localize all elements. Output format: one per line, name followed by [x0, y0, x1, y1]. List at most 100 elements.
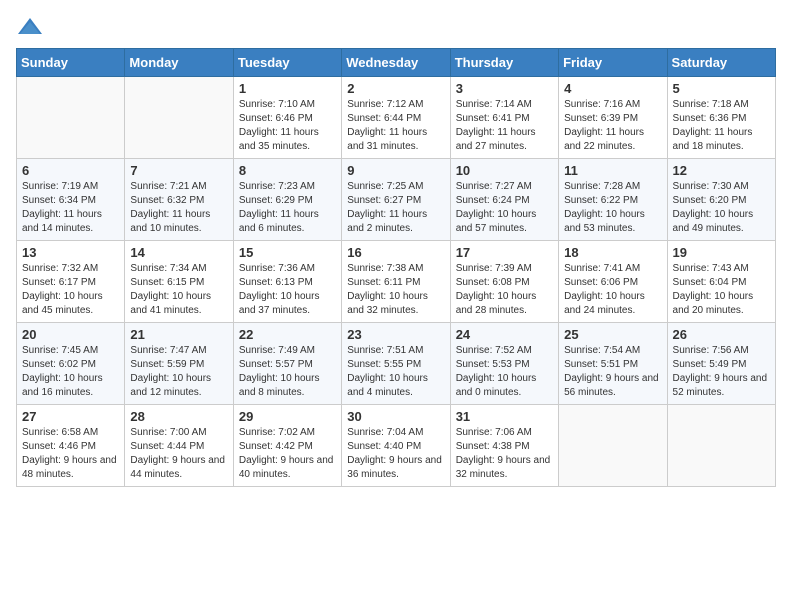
calendar-cell: 13 Sunrise: 7:32 AM Sunset: 6:17 PM Dayli… — [17, 241, 125, 323]
day-number: 30 — [347, 409, 444, 424]
calendar-cell: 22Sunrise: 7:49 AM Sunset: 5:57 PM Dayli… — [233, 323, 341, 405]
day-info: Sunrise: 7:52 AM Sunset: 5:53 PM Dayligh… — [456, 344, 553, 400]
day-number: 18 — [564, 245, 661, 260]
weekday-header: Saturday — [667, 49, 775, 77]
calendar-week-row: 1 Sunrise: 7:10 AM Sunset: 6:46 PM Daylig… — [17, 77, 776, 159]
calendar-cell: 2 Sunrise: 7:12 AM Sunset: 6:44 PM Daylig… — [342, 77, 450, 159]
calendar-cell — [559, 405, 667, 487]
weekday-header: Monday — [125, 49, 233, 77]
day-number: 4 — [564, 81, 661, 96]
day-number: 20 — [22, 327, 119, 342]
calendar-week-row: 6 Sunrise: 7:19 AM Sunset: 6:34 PM Daylig… — [17, 159, 776, 241]
weekday-header: Friday — [559, 49, 667, 77]
day-number: 2 — [347, 81, 444, 96]
day-info: Sunrise: 7:34 AM Sunset: 6:15 PM Dayligh… — [130, 262, 227, 318]
day-info: Sunrise: 7:04 AM Sunset: 4:40 PM Dayligh… — [347, 426, 444, 482]
day-number: 7 — [130, 163, 227, 178]
calendar-cell — [125, 77, 233, 159]
day-info: Sunrise: 7:32 AM Sunset: 6:17 PM Dayligh… — [22, 262, 119, 318]
calendar-week-row: 13 Sunrise: 7:32 AM Sunset: 6:17 PM Dayli… — [17, 241, 776, 323]
day-number: 31 — [456, 409, 553, 424]
calendar-cell: 12Sunrise: 7:30 AM Sunset: 6:20 PM Dayli… — [667, 159, 775, 241]
calendar-cell: 17 Sunrise: 7:39 AM Sunset: 6:08 PM Dayli… — [450, 241, 558, 323]
weekday-header: Sunday — [17, 49, 125, 77]
day-number: 29 — [239, 409, 336, 424]
day-number: 25 — [564, 327, 661, 342]
calendar-cell: 23 Sunrise: 7:51 AM Sunset: 5:55 PM Dayli… — [342, 323, 450, 405]
logo-icon — [16, 16, 44, 38]
day-info: Sunrise: 6:58 AM Sunset: 4:46 PM Dayligh… — [22, 426, 119, 482]
day-number: 5 — [673, 81, 770, 96]
calendar-cell: 25 Sunrise: 7:54 AM Sunset: 5:51 PM Dayli… — [559, 323, 667, 405]
day-info: Sunrise: 7:38 AM Sunset: 6:11 PM Dayligh… — [347, 262, 444, 318]
day-number: 1 — [239, 81, 336, 96]
day-number: 27 — [22, 409, 119, 424]
calendar-cell: 15 Sunrise: 7:36 AM Sunset: 6:13 PM Dayli… — [233, 241, 341, 323]
calendar-cell: 31 Sunrise: 7:06 AM Sunset: 4:38 PM Dayli… — [450, 405, 558, 487]
calendar-cell: 28 Sunrise: 7:00 AM Sunset: 4:44 PM Dayli… — [125, 405, 233, 487]
day-number: 9 — [347, 163, 444, 178]
day-number: 6 — [22, 163, 119, 178]
day-number: 3 — [456, 81, 553, 96]
calendar-cell: 9 Sunrise: 7:25 AM Sunset: 6:27 PM Daylig… — [342, 159, 450, 241]
calendar-week-row: 27 Sunrise: 6:58 AM Sunset: 4:46 PM Dayli… — [17, 405, 776, 487]
calendar-cell: 5 Sunrise: 7:18 AM Sunset: 6:36 PM Daylig… — [667, 77, 775, 159]
day-info: Sunrise: 7:14 AM Sunset: 6:41 PM Dayligh… — [456, 98, 553, 154]
day-info: Sunrise: 7:02 AM Sunset: 4:42 PM Dayligh… — [239, 426, 336, 482]
calendar-cell: 19Sunrise: 7:43 AM Sunset: 6:04 PM Dayli… — [667, 241, 775, 323]
day-info: Sunrise: 7:51 AM Sunset: 5:55 PM Dayligh… — [347, 344, 444, 400]
calendar-cell: 29 Sunrise: 7:02 AM Sunset: 4:42 PM Dayli… — [233, 405, 341, 487]
day-info: Sunrise: 7:56 AM Sunset: 5:49 PM Dayligh… — [673, 344, 770, 400]
calendar-cell: 27 Sunrise: 6:58 AM Sunset: 4:46 PM Dayli… — [17, 405, 125, 487]
day-info: Sunrise: 7:18 AM Sunset: 6:36 PM Dayligh… — [673, 98, 770, 154]
day-number: 26 — [673, 327, 770, 342]
day-number: 13 — [22, 245, 119, 260]
day-number: 8 — [239, 163, 336, 178]
calendar-cell: 30 Sunrise: 7:04 AM Sunset: 4:40 PM Dayli… — [342, 405, 450, 487]
day-number: 12 — [673, 163, 770, 178]
day-number: 28 — [130, 409, 227, 424]
calendar-cell: 11Sunrise: 7:28 AM Sunset: 6:22 PM Dayli… — [559, 159, 667, 241]
calendar-cell: 4Sunrise: 7:16 AM Sunset: 6:39 PM Daylig… — [559, 77, 667, 159]
calendar-week-row: 20 Sunrise: 7:45 AM Sunset: 6:02 PM Dayli… — [17, 323, 776, 405]
day-info: Sunrise: 7:36 AM Sunset: 6:13 PM Dayligh… — [239, 262, 336, 318]
day-info: Sunrise: 7:25 AM Sunset: 6:27 PM Dayligh… — [347, 180, 444, 236]
day-info: Sunrise: 7:54 AM Sunset: 5:51 PM Dayligh… — [564, 344, 661, 400]
day-info: Sunrise: 7:45 AM Sunset: 6:02 PM Dayligh… — [22, 344, 119, 400]
day-info: Sunrise: 7:39 AM Sunset: 6:08 PM Dayligh… — [456, 262, 553, 318]
day-info: Sunrise: 7:28 AM Sunset: 6:22 PM Dayligh… — [564, 180, 661, 236]
calendar-cell: 6 Sunrise: 7:19 AM Sunset: 6:34 PM Daylig… — [17, 159, 125, 241]
weekday-header: Wednesday — [342, 49, 450, 77]
day-info: Sunrise: 7:06 AM Sunset: 4:38 PM Dayligh… — [456, 426, 553, 482]
day-number: 15 — [239, 245, 336, 260]
day-number: 23 — [347, 327, 444, 342]
day-number: 10 — [456, 163, 553, 178]
calendar-cell: 1 Sunrise: 7:10 AM Sunset: 6:46 PM Daylig… — [233, 77, 341, 159]
calendar-cell: 7 Sunrise: 7:21 AM Sunset: 6:32 PM Daylig… — [125, 159, 233, 241]
calendar-header-row: SundayMondayTuesdayWednesdayThursdayFrid… — [17, 49, 776, 77]
day-number: 17 — [456, 245, 553, 260]
day-info: Sunrise: 7:12 AM Sunset: 6:44 PM Dayligh… — [347, 98, 444, 154]
calendar-cell: 10 Sunrise: 7:27 AM Sunset: 6:24 PM Dayli… — [450, 159, 558, 241]
day-info: Sunrise: 7:10 AM Sunset: 6:46 PM Dayligh… — [239, 98, 336, 154]
calendar-cell: 24 Sunrise: 7:52 AM Sunset: 5:53 PM Dayli… — [450, 323, 558, 405]
day-info: Sunrise: 7:21 AM Sunset: 6:32 PM Dayligh… — [130, 180, 227, 236]
day-info: Sunrise: 7:43 AM Sunset: 6:04 PM Dayligh… — [673, 262, 770, 318]
calendar-cell: 20 Sunrise: 7:45 AM Sunset: 6:02 PM Dayli… — [17, 323, 125, 405]
day-info: Sunrise: 7:27 AM Sunset: 6:24 PM Dayligh… — [456, 180, 553, 236]
day-info: Sunrise: 7:47 AM Sunset: 5:59 PM Dayligh… — [130, 344, 227, 400]
day-info: Sunrise: 7:00 AM Sunset: 4:44 PM Dayligh… — [130, 426, 227, 482]
calendar-cell — [17, 77, 125, 159]
calendar-cell: 21Sunrise: 7:47 AM Sunset: 5:59 PM Dayli… — [125, 323, 233, 405]
calendar-cell: 16 Sunrise: 7:38 AM Sunset: 6:11 PM Dayli… — [342, 241, 450, 323]
day-info: Sunrise: 7:19 AM Sunset: 6:34 PM Dayligh… — [22, 180, 119, 236]
calendar-cell: 18 Sunrise: 7:41 AM Sunset: 6:06 PM Dayli… — [559, 241, 667, 323]
calendar-cell: 8Sunrise: 7:23 AM Sunset: 6:29 PM Daylig… — [233, 159, 341, 241]
day-info: Sunrise: 7:41 AM Sunset: 6:06 PM Dayligh… — [564, 262, 661, 318]
day-number: 24 — [456, 327, 553, 342]
calendar-cell: 3 Sunrise: 7:14 AM Sunset: 6:41 PM Daylig… — [450, 77, 558, 159]
day-number: 16 — [347, 245, 444, 260]
weekday-header: Thursday — [450, 49, 558, 77]
calendar-cell: 26 Sunrise: 7:56 AM Sunset: 5:49 PM Dayli… — [667, 323, 775, 405]
logo — [16, 16, 48, 38]
